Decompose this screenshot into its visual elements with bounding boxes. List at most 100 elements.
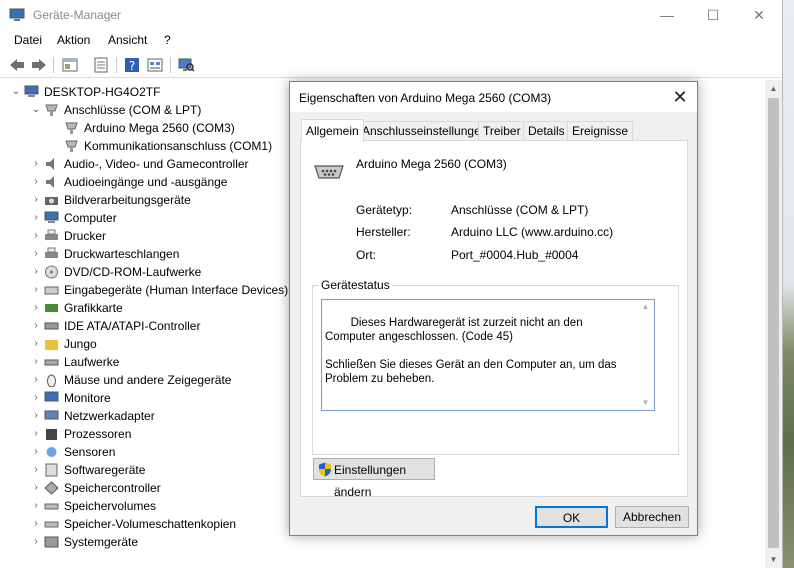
uac-shield-icon — [319, 462, 331, 477]
dialog-close-button[interactable]: ✕ — [663, 82, 697, 112]
tree-category-label: Anschlüsse (COM & LPT) — [64, 103, 202, 117]
tab-ereignisse[interactable]: Ereignisse — [567, 121, 634, 141]
tab-treiber[interactable]: Treiber — [478, 121, 526, 141]
chevron-right-icon[interactable]: › — [30, 533, 42, 551]
port-device-icon — [314, 165, 344, 179]
toolbar-separator — [116, 57, 117, 73]
toolbar: ? — [0, 53, 782, 78]
vertical-scrollbar[interactable]: ▲ ▼ — [765, 80, 782, 568]
menu-ansicht[interactable]: Ansicht — [108, 33, 147, 47]
chevron-right-icon[interactable]: › — [30, 335, 42, 353]
tree-category-label: Grafikkarte — [64, 301, 123, 315]
dialog-title-bar[interactable]: Eigenschaften von Arduino Mega 2560 (COM… — [290, 82, 697, 112]
chevron-right-icon[interactable]: › — [30, 461, 42, 479]
tree-category-label: Monitore — [64, 391, 111, 405]
chevron-right-icon[interactable]: › — [30, 227, 42, 245]
chevron-right-icon[interactable]: › — [30, 263, 42, 281]
tree-item-label: Arduino Mega 2560 (COM3) — [84, 121, 235, 135]
chevron-right-icon[interactable]: › — [30, 389, 42, 407]
minimize-button[interactable]: — — [644, 0, 690, 30]
device-status-text: Dieses Hardwaregerät ist zurzeit nicht a… — [325, 317, 617, 385]
change-settings-button[interactable]: Einstellungen ändern — [313, 458, 435, 499]
chevron-down-icon[interactable]: ⌄ — [30, 101, 42, 119]
cancel-button[interactable]: Abbrechen — [615, 506, 689, 528]
tree-category-label: Bildverarbeitungsgeräte — [64, 193, 191, 207]
ide-controller-icon — [44, 322, 59, 330]
toolbar-separator — [170, 57, 171, 73]
tree-category-label: Sensoren — [64, 445, 116, 459]
device-name: Arduino Mega 2560 (COM3) — [356, 157, 507, 171]
field-value-manufacturer: Arduino LLC (www.arduino.cc) — [451, 225, 614, 239]
chevron-right-icon[interactable]: › — [30, 425, 42, 443]
chevron-right-icon[interactable]: › — [30, 443, 42, 461]
tree-category-label: Drucker — [64, 229, 107, 243]
speaker-icon — [46, 158, 54, 170]
scroll-up-icon[interactable]: ▲ — [765, 80, 782, 97]
chevron-right-icon[interactable]: › — [30, 317, 42, 335]
view-icon[interactable] — [146, 56, 164, 74]
back-arrow-icon[interactable] — [8, 56, 26, 74]
scrollbar-thumb[interactable] — [768, 98, 779, 548]
status-scrollbar[interactable]: ▲ ▼ — [638, 301, 653, 409]
port-icon — [65, 140, 78, 152]
ok-button[interactable]: OK — [535, 506, 608, 528]
scroll-down-icon[interactable]: ▼ — [765, 551, 782, 568]
show-hide-tree-icon[interactable] — [61, 56, 79, 74]
chevron-right-icon[interactable]: › — [30, 353, 42, 371]
menu-aktion[interactable]: Aktion — [57, 33, 90, 47]
forward-arrow-icon[interactable] — [30, 56, 48, 74]
computer-icon — [24, 85, 39, 97]
folder-icon — [45, 340, 58, 350]
help-icon[interactable]: ? — [123, 56, 141, 74]
scroll-down-icon[interactable]: ▼ — [638, 397, 653, 409]
chevron-right-icon[interactable]: › — [30, 245, 42, 263]
port-icon — [65, 122, 78, 134]
device-status-group: Gerätestatus Dieses Hardwaregerät ist zu… — [312, 278, 679, 455]
menu-help[interactable]: ? — [164, 33, 171, 47]
keyboard-icon — [44, 286, 59, 295]
properties-icon[interactable] — [92, 56, 110, 74]
dvd-icon — [45, 265, 58, 279]
scan-hardware-icon[interactable] — [177, 56, 195, 74]
camera-icon — [45, 197, 58, 205]
chevron-right-icon[interactable]: › — [30, 155, 42, 173]
device-status-textbox[interactable]: Dieses Hardwaregerät ist zurzeit nicht a… — [321, 299, 655, 411]
tree-category-label: Softwaregeräte — [64, 463, 146, 477]
chevron-right-icon[interactable]: › — [30, 479, 42, 497]
maximize-button[interactable]: ☐ — [690, 0, 736, 30]
field-label-location: Ort: — [356, 248, 376, 262]
tab-allgemein[interactable]: Allgemein — [301, 119, 364, 142]
chevron-right-icon[interactable]: › — [30, 371, 42, 389]
close-button[interactable]: ✕ — [736, 0, 782, 30]
chevron-right-icon[interactable]: › — [30, 515, 42, 533]
tree-category-label: DVD/CD-ROM-Laufwerke — [64, 265, 202, 279]
chevron-right-icon[interactable]: › — [30, 299, 42, 317]
chevron-right-icon[interactable]: › — [30, 173, 42, 191]
window-title: Geräte-Manager — [33, 8, 122, 22]
tab-details[interactable]: Details — [523, 121, 570, 141]
scroll-up-icon[interactable]: ▲ — [638, 301, 653, 313]
chevron-right-icon[interactable]: › — [30, 407, 42, 425]
tree-item-label: Kommunikationsanschluss (COM1) — [84, 139, 273, 153]
tree-category-label: Jungo — [64, 337, 97, 351]
computer-icon — [44, 211, 59, 223]
chevron-right-icon[interactable]: › — [30, 191, 42, 209]
menu-bar: Datei Aktion Ansicht ? — [0, 30, 782, 51]
field-label-type: Gerätetyp: — [356, 203, 413, 217]
printer-icon — [45, 229, 58, 240]
chevron-right-icon[interactable]: › — [30, 497, 42, 515]
properties-dialog: Eigenschaften von Arduino Mega 2560 (COM… — [289, 81, 698, 536]
monitor-icon — [44, 391, 59, 402]
tree-category-label: Audio-, Video- und Gamecontroller — [64, 157, 249, 171]
tree-category-label: Mäuse und andere Zeigegeräte — [64, 373, 232, 387]
system-icon — [44, 536, 59, 548]
chevron-right-icon[interactable]: › — [30, 281, 42, 299]
device-status-legend: Gerätestatus — [319, 278, 392, 292]
tab-anschlusseinstellungen[interactable]: Anschlusseinstellungen — [357, 121, 493, 141]
chevron-right-icon[interactable]: › — [30, 209, 42, 227]
tree-category-label: Eingabegeräte (Human Interface Devices) — [64, 283, 289, 297]
title-bar[interactable]: Geräte-Manager — ☐ ✕ — [0, 0, 782, 30]
drive-icon — [44, 359, 59, 366]
chevron-down-icon[interactable]: ⌄ — [10, 83, 22, 101]
menu-datei[interactable]: Datei — [14, 33, 42, 47]
